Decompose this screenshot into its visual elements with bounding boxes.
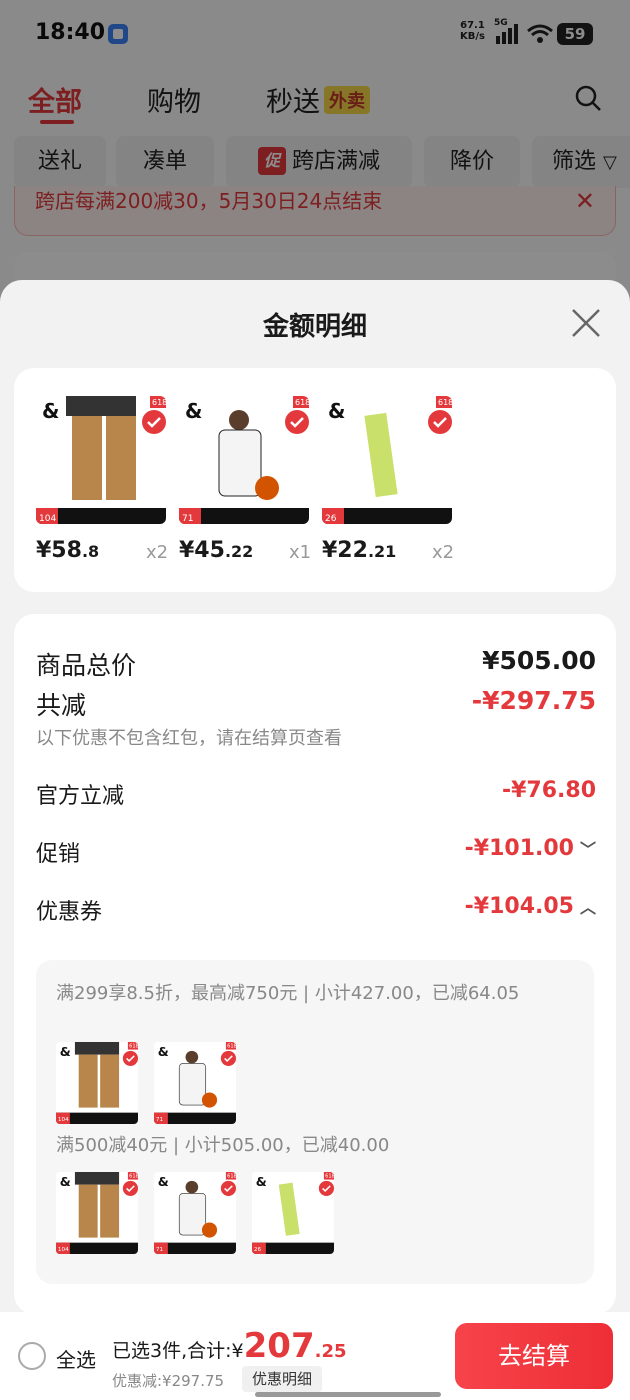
product-price: ¥58.8 xyxy=(36,538,100,563)
coupon-product-thumb: & 618 71 xyxy=(154,1042,236,1124)
svg-text:104: 104 xyxy=(39,514,56,524)
amount-detail-card: 商品总价 ¥505.00 共减 -¥297.75 以下优惠不包含红包，请在结算页… xyxy=(14,614,616,1314)
home-indicator xyxy=(255,1392,441,1397)
total-cents: .25 xyxy=(314,1341,347,1362)
svg-text:618: 618 xyxy=(129,1174,138,1180)
sheet-title: 金额明细 xyxy=(262,312,367,342)
coupon-product-thumb: & 618 26 xyxy=(252,1172,334,1254)
svg-text:618: 618 xyxy=(152,398,166,407)
select-all-label[interactable]: 全选 xyxy=(56,1344,96,1373)
svg-text:&: & xyxy=(256,1174,267,1189)
product-image: & 618 104 xyxy=(56,1042,138,1124)
product-quantity: x2 xyxy=(432,542,455,563)
coupon-product-thumb: & 618 104 xyxy=(56,1172,138,1254)
product-image: & 618 104 xyxy=(36,396,166,524)
promotion-value: -¥101.00 ﹀ xyxy=(465,836,596,861)
total-amount: 207 xyxy=(243,1326,315,1366)
reduction-value: -¥297.75 xyxy=(471,686,596,715)
product-image: & 618 104 xyxy=(56,1172,138,1254)
selected-count-text: 已选3件,合计: xyxy=(112,1340,232,1362)
svg-text:71: 71 xyxy=(182,514,193,524)
svg-text:&: & xyxy=(42,399,59,423)
product-thumb[interactable]: & 618 104 xyxy=(36,396,166,524)
total-line: 已选3件,合计:¥207.25 xyxy=(112,1326,347,1366)
svg-text:&: & xyxy=(185,399,202,423)
product-price: ¥45.22 xyxy=(179,538,254,563)
product-image: & 618 26 xyxy=(252,1172,334,1254)
product-image: & 618 71 xyxy=(179,396,309,524)
selected-products-card: & 618 104 ¥58.8 x2 & 618 71 ¥45.22 x1 & … xyxy=(14,368,616,592)
coupon-detail-box: 满299享8.5折，最高减750元 | 小计427.00，已减64.05 & 6… xyxy=(36,960,594,1284)
svg-text:618: 618 xyxy=(438,398,452,407)
coupon-product-thumb: & 618 71 xyxy=(154,1172,236,1254)
official-value: -¥76.80 xyxy=(501,778,596,803)
coupon-label: 优惠券 xyxy=(36,900,103,925)
close-button[interactable] xyxy=(567,304,605,342)
product-price: ¥22.21 xyxy=(322,538,397,563)
svg-text:618: 618 xyxy=(227,1174,236,1180)
saved-amount: 优惠减:¥297.75 xyxy=(112,1372,225,1390)
svg-text:618: 618 xyxy=(295,398,309,407)
close-icon xyxy=(572,309,600,337)
promotion-amount: -¥101.00 xyxy=(464,836,574,861)
svg-text:&: & xyxy=(60,1174,71,1189)
svg-text:&: & xyxy=(158,1044,169,1059)
product-image: & 618 26 xyxy=(322,396,452,524)
reduction-label: 共减 xyxy=(36,691,87,720)
total-label: 商品总价 xyxy=(36,651,137,680)
svg-text:26: 26 xyxy=(325,514,337,524)
reduction-note: 以下优惠不包含红包，请在结算页查看 xyxy=(36,728,342,749)
svg-text:618: 618 xyxy=(129,1044,138,1050)
chevron-up-icon[interactable]: ︿ xyxy=(580,898,596,917)
coupon-rule-2: 满500减40元 | 小计505.00，已减40.00 xyxy=(56,1135,390,1156)
checkout-bar: 全选 已选3件,合计:¥207.25 优惠减:¥297.75 优惠明细 去结算 xyxy=(0,1312,630,1400)
chevron-down-icon[interactable]: ﹀ xyxy=(580,840,596,859)
coupon-rule-1: 满299享8.5折，最高减750元 | 小计427.00，已减64.05 xyxy=(56,983,520,1004)
svg-text:&: & xyxy=(60,1044,71,1059)
coupon-value: -¥104.05 ︿ xyxy=(465,894,596,919)
svg-text:&: & xyxy=(158,1174,169,1189)
product-image: & 618 71 xyxy=(154,1042,236,1124)
svg-text:71: 71 xyxy=(156,1247,164,1253)
product-thumb[interactable]: & 618 26 xyxy=(322,396,452,524)
currency-symbol: ¥ xyxy=(231,1340,244,1362)
product-image: & 618 71 xyxy=(154,1172,236,1254)
official-label: 官方立减 xyxy=(36,784,125,809)
discount-detail-link[interactable]: 优惠明细 xyxy=(242,1366,323,1392)
select-all-radio[interactable] xyxy=(18,1342,46,1370)
coupon-amount: -¥104.05 xyxy=(464,894,574,919)
product-quantity: x1 xyxy=(289,542,312,563)
product-quantity: x2 xyxy=(146,542,169,563)
svg-text:&: & xyxy=(328,399,345,423)
checkout-button[interactable]: 去结算 xyxy=(455,1323,613,1389)
product-thumb[interactable]: & 618 71 xyxy=(179,396,309,524)
svg-text:618: 618 xyxy=(325,1174,334,1180)
amount-detail-sheet: 金额明细 & 618 104 ¥58.8 x2 & 618 71 ¥45.22 … xyxy=(0,280,630,1400)
svg-text:26: 26 xyxy=(254,1247,262,1253)
svg-text:71: 71 xyxy=(156,1117,164,1123)
svg-text:104: 104 xyxy=(58,1117,69,1123)
coupon-product-thumb: & 618 104 xyxy=(56,1042,138,1124)
promotion-label: 促销 xyxy=(36,842,81,867)
svg-text:618: 618 xyxy=(227,1044,236,1050)
svg-text:104: 104 xyxy=(58,1247,69,1253)
total-value: ¥505.00 xyxy=(482,646,596,675)
